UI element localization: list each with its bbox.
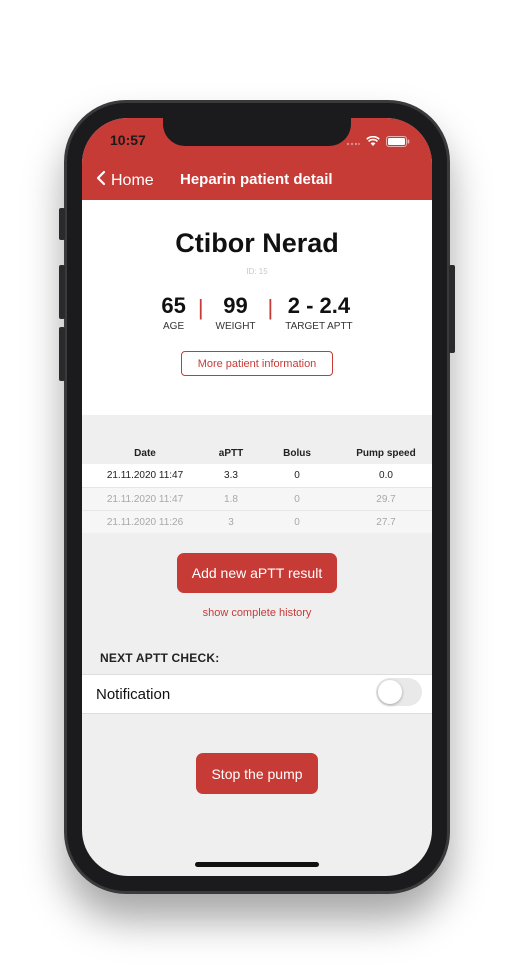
stat-separator: | [267, 295, 274, 320]
status-time: 10:57 [110, 132, 146, 148]
column-header-date: Date [134, 448, 156, 459]
volume-down-button [59, 327, 65, 381]
toggle-knob [378, 680, 402, 704]
cell-aptt: 3 [228, 516, 234, 528]
table-header: Date aPTT Bolus Pump speed [82, 443, 432, 464]
silent-switch [59, 208, 65, 240]
show-history-link[interactable]: show complete history [82, 607, 432, 619]
patient-name: Ctibor Nerad [175, 228, 339, 258]
cell-date: 21.11.2020 11:26 [106, 516, 184, 528]
aptt-history-table: Date aPTT Bolus Pump speed 21.11.2020 11… [82, 443, 432, 533]
notch [163, 118, 351, 146]
add-aptt-result-button[interactable]: Add new aPTT result [177, 553, 337, 593]
stat-separator: | [197, 295, 204, 320]
column-header-pump-speed: Pump speed [356, 448, 416, 459]
stat-label: WEIGHT [215, 321, 256, 332]
stat-label: TARGET APTT [285, 321, 353, 332]
stat-weight: 99 WEIGHT [216, 293, 256, 332]
screen: 10:57 Home Heparin patient detail Ctibor… [82, 118, 432, 876]
cell-date: 21.11.2020 11:47 [106, 470, 184, 481]
table-row: 21.11.2020 11:47 1.8 0 29.7 [82, 487, 432, 510]
stat-target-aptt: 2 - 2.4 TARGET APTT [285, 293, 352, 332]
table-row: 21.11.2020 11:26 3 0 27.7 [82, 510, 432, 533]
cell-pump-speed: 27.7 [376, 516, 396, 528]
cell-bolus: 0 [294, 470, 300, 481]
status-icons [346, 134, 410, 152]
notification-label: Notification [96, 686, 171, 703]
signal-icon [346, 134, 360, 152]
back-label: Home [111, 171, 154, 189]
cell-aptt: 3.3 [224, 470, 238, 481]
back-button[interactable]: Home [96, 170, 154, 191]
patient-stats: 65 AGE | 99 WEIGHT | 2 - 2.4 TARGET APTT [82, 293, 432, 332]
table-row: 21.11.2020 11:47 3.3 0 0.0 [82, 464, 432, 487]
column-header-bolus: Bolus [283, 448, 311, 459]
stop-pump-button[interactable]: Stop the pump [196, 753, 318, 794]
cell-aptt: 1.8 [224, 493, 238, 505]
battery-icon [386, 134, 410, 152]
patient-card: Ctibor Nerad ID: 15 65 AGE | 99 WEIGHT |… [82, 200, 432, 415]
next-aptt-check-title: NEXT APTT CHECK: [100, 651, 220, 665]
cell-date: 21.11.2020 11:47 [106, 493, 184, 505]
wifi-icon [366, 134, 380, 152]
cell-pump-speed: 29.7 [376, 493, 396, 505]
stat-age: 65 AGE [161, 293, 185, 332]
stat-value: 99 [223, 293, 248, 318]
stat-value: 2 - 2.4 [287, 293, 351, 318]
more-patient-info-button[interactable]: More patient information [181, 351, 333, 376]
page-title: Heparin patient detail [180, 171, 333, 188]
home-indicator[interactable] [195, 862, 319, 867]
column-header-aptt: aPTT [218, 448, 244, 459]
cell-bolus: 0 [294, 516, 300, 528]
cell-pump-speed: 0.0 [379, 470, 393, 481]
stat-label: AGE [163, 321, 185, 332]
cell-bolus: 0 [294, 493, 300, 505]
stat-value: 65 [161, 293, 186, 318]
notification-toggle[interactable] [376, 678, 422, 706]
patient-id: ID: 15 [246, 267, 268, 276]
notification-row: Notification [82, 674, 432, 714]
chevron-left-icon [96, 170, 106, 191]
volume-up-button [59, 265, 65, 319]
power-button [449, 265, 455, 353]
